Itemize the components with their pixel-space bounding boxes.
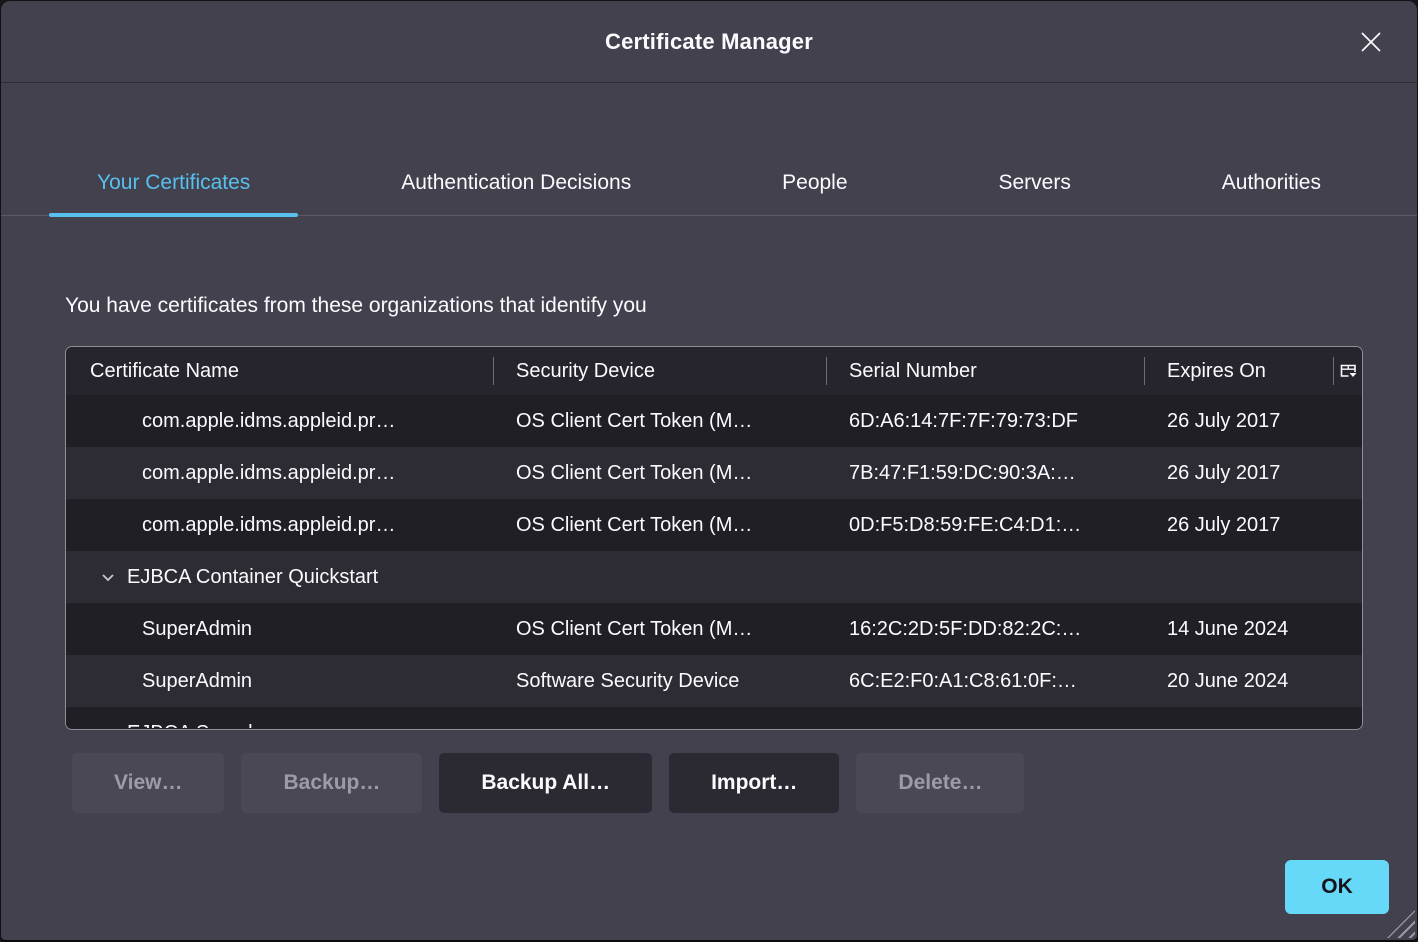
partially-visible-row: EJBCA Sample <box>66 707 1362 728</box>
cert-device: Software Security Device <box>494 670 827 693</box>
resize-grip[interactable] <box>1387 910 1415 938</box>
certificate-manager-dialog: Certificate Manager Your Certificates Au… <box>0 0 1418 942</box>
backup-all-button[interactable]: Backup All… <box>439 753 652 813</box>
cert-name: SuperAdmin <box>66 670 494 693</box>
cert-device: OS Client Cert Token (M… <box>494 514 827 537</box>
tab-your-certificates[interactable]: Your Certificates <box>49 151 298 215</box>
tab-label: Authorities <box>1222 171 1321 195</box>
ok-button[interactable]: OK <box>1285 860 1389 914</box>
cert-serial: 16:2C:2D:5F:DD:82:2C:… <box>827 618 1145 641</box>
chevron-down-icon[interactable] <box>101 573 115 582</box>
description-text: You have certificates from these organiz… <box>65 294 1361 318</box>
cert-expires: 26 July 2017 <box>1145 462 1334 485</box>
view-button[interactable]: View… <box>72 753 224 813</box>
cert-name: com.apple.idms.appleid.pr… <box>66 462 494 485</box>
cert-serial: 6C:E2:F0:A1:C8:61:0F:… <box>827 670 1145 693</box>
table-row[interactable]: SuperAdmin OS Client Cert Token (M… 16:2… <box>66 603 1362 655</box>
import-button[interactable]: Import… <box>669 753 839 813</box>
table-row[interactable]: com.apple.idms.appleid.pr… OS Client Cer… <box>66 447 1362 499</box>
cert-name: SuperAdmin <box>66 618 494 641</box>
column-header-security-device[interactable]: Security Device <box>494 347 827 395</box>
tab-strip: Your Certificates Authentication Decisio… <box>1 83 1417 216</box>
cert-expires: 20 June 2024 <box>1145 670 1334 693</box>
column-header-expires-on[interactable]: Expires On <box>1145 347 1334 395</box>
backup-button[interactable]: Backup… <box>241 753 422 813</box>
cert-expires: 14 June 2024 <box>1145 618 1334 641</box>
cert-device: OS Client Cert Token (M… <box>494 462 827 485</box>
cert-serial: 7B:47:F1:59:DC:90:3A:… <box>827 462 1145 485</box>
cert-device: OS Client Cert Token (M… <box>494 618 827 641</box>
close-icon <box>1358 29 1384 55</box>
cert-name: com.apple.idms.appleid.pr… <box>66 410 494 433</box>
tab-label: Authentication Decisions <box>401 171 631 195</box>
dialog-title: Certificate Manager <box>605 29 813 55</box>
tab-label: Servers <box>998 171 1070 195</box>
cert-expires: 26 July 2017 <box>1145 410 1334 433</box>
cert-serial: 6D:A6:14:7F:7F:79:73:DF <box>827 410 1145 433</box>
action-button-row: View… Backup… Backup All… Import… Delete… <box>72 753 1417 813</box>
tab-authorities[interactable]: Authorities <box>1174 151 1369 215</box>
tab-label: People <box>782 171 847 195</box>
cert-serial: 0D:F5:D8:59:FE:C4:D1:… <box>827 514 1145 537</box>
column-picker-icon <box>1340 363 1357 379</box>
table-row[interactable]: com.apple.idms.appleid.pr… OS Client Cer… <box>66 395 1362 447</box>
table-group-row[interactable]: EJBCA Container Quickstart <box>66 551 1362 603</box>
table-body: com.apple.idms.appleid.pr… OS Client Cer… <box>66 395 1362 728</box>
group-label: EJBCA Sample <box>127 722 264 729</box>
tab-label: Your Certificates <box>97 171 250 195</box>
tab-authentication-decisions[interactable]: Authentication Decisions <box>353 151 679 215</box>
table-row[interactable]: SuperAdmin Software Security Device 6C:E… <box>66 655 1362 707</box>
cert-name: com.apple.idms.appleid.pr… <box>66 514 494 537</box>
table-header: Certificate Name Security Device Serial … <box>66 347 1362 395</box>
column-header-certificate-name[interactable]: Certificate Name <box>66 347 494 395</box>
table-group-row[interactable]: EJBCA Sample <box>66 707 1362 728</box>
tab-servers[interactable]: Servers <box>950 151 1118 215</box>
cert-expires: 26 July 2017 <box>1145 514 1334 537</box>
group-label: EJBCA Container Quickstart <box>127 566 378 589</box>
delete-button[interactable]: Delete… <box>856 753 1024 813</box>
close-button[interactable] <box>1351 22 1391 62</box>
tab-people[interactable]: People <box>734 151 895 215</box>
column-header-serial-number[interactable]: Serial Number <box>827 347 1145 395</box>
column-picker-button[interactable] <box>1334 347 1362 395</box>
table-row[interactable]: com.apple.idms.appleid.pr… OS Client Cer… <box>66 499 1362 551</box>
cert-device: OS Client Cert Token (M… <box>494 410 827 433</box>
title-bar: Certificate Manager <box>1 1 1417 83</box>
certificates-table: Certificate Name Security Device Serial … <box>65 346 1363 730</box>
